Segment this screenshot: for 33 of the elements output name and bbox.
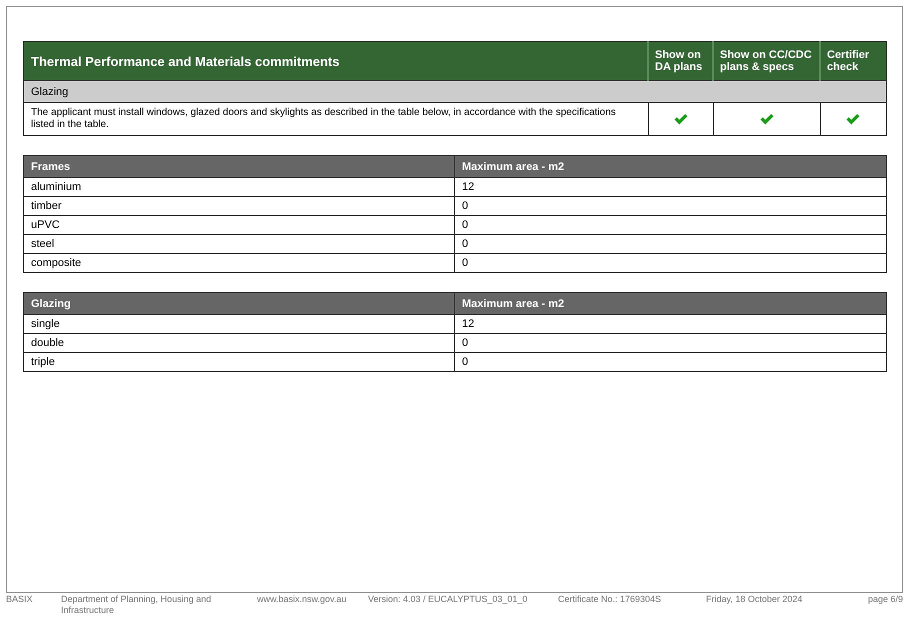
- footer-text: Department of Planning, Housing and Infrastructure: [61, 594, 212, 616]
- table-cell: 0: [454, 254, 886, 272]
- footer-text: www.basix.nsw.gov.au: [257, 594, 348, 606]
- column-header: Frames: [24, 156, 454, 178]
- table-cell: 12: [454, 314, 886, 334]
- column-header: Glazing: [24, 292, 454, 314]
- table-cell: single: [24, 314, 454, 334]
- table-cell: aluminium: [24, 178, 454, 196]
- table-cell: 12: [454, 178, 886, 196]
- footer-text: Version: 4.03 / EUCALYPTUS_03_01_0: [368, 594, 528, 606]
- footer-text: Certificate No.: 1769304S: [558, 594, 662, 606]
- table-cell: steel: [24, 234, 454, 254]
- column-header: Show on CC/CDC plans & specs: [713, 42, 820, 80]
- table-cell: timber: [24, 196, 454, 216]
- table-cell: 0: [454, 196, 886, 216]
- footer-text: Friday, 18 October 2024: [706, 594, 804, 606]
- requirement-text: The applicant must install windows, glazed doors and skylights as described in the table below, in accordance with the specifications listed in the table.: [24, 102, 648, 136]
- table-cell: 0: [454, 234, 886, 254]
- table-cell: 0: [454, 352, 886, 372]
- table-cell: composite: [24, 254, 454, 272]
- section-title: Thermal Performance and Materials commitments: [24, 42, 648, 80]
- footer-text: page 6/9: [868, 594, 903, 606]
- column-header: Maximum area - m2: [454, 156, 886, 178]
- table-cell: triple: [24, 352, 454, 372]
- column-header: Maximum area - m2: [454, 292, 886, 314]
- column-header: Certifier check: [820, 42, 886, 80]
- subsection-title: Glazing: [24, 80, 886, 102]
- table-cell: 0: [454, 334, 886, 352]
- table-cell: uPVC: [24, 216, 454, 234]
- table-cell: 0: [454, 216, 886, 234]
- table-cell: double: [24, 334, 454, 352]
- footer-text: BASIX: [6, 594, 34, 606]
- column-header: Show on DA plans: [648, 42, 713, 80]
